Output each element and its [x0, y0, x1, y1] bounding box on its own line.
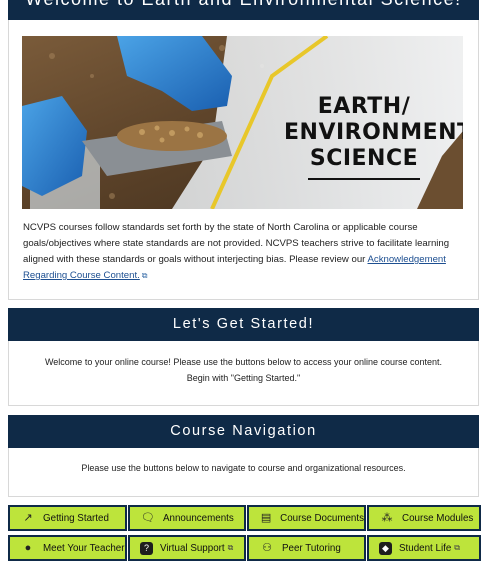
- lets-get-started-heading: Let's Get Started!: [172, 316, 315, 332]
- document-icon: ▤: [260, 512, 272, 524]
- hero-image: EARTH/ ENVIRONMENTAL SCIENCE: [22, 36, 463, 209]
- getting-started-label: Getting Started: [43, 512, 109, 524]
- external-link-icon: ⧉: [454, 543, 461, 552]
- announcements-button[interactable]: 🗨 Announcements: [128, 505, 246, 531]
- hero-title-line-2: ENVIRONMENTAL: [284, 120, 463, 145]
- chat-icon: 🗨: [141, 512, 155, 524]
- course-modules-label: Course Modules: [402, 512, 474, 524]
- course-navigation-text: Please use the buttons below to navigate…: [81, 463, 406, 473]
- course-modules-button[interactable]: ⁂ Course Modules: [367, 505, 481, 531]
- intro-card: EARTH/ ENVIRONMENTAL SCIENCE NCVPS cours…: [8, 20, 479, 300]
- welcome-title: Welcome to Earth and Environmental Scien…: [8, 0, 479, 10]
- started-line-1: Welcome to your online course! Please us…: [44, 357, 443, 367]
- external-link-icon: ⧉: [227, 543, 234, 552]
- virtual-support-button[interactable]: ? Virtual Support ⧉: [128, 535, 246, 561]
- help-icon: ?: [140, 541, 153, 555]
- peer-tutoring-button[interactable]: ⚇ Peer Tutoring: [247, 535, 366, 561]
- started-line-2: Begin with "Getting Started.": [186, 373, 301, 383]
- external-link-icon: ⧉: [141, 271, 148, 280]
- lets-get-started-card: Welcome to your online course! Please us…: [8, 341, 479, 406]
- hero-title-line-3: SCIENCE: [309, 146, 419, 171]
- student-life-label: Student Life: [399, 542, 452, 554]
- virtual-support-label: Virtual Support: [160, 542, 225, 554]
- course-navigation-card: Please use the buttons below to navigate…: [8, 448, 479, 497]
- modules-icon: ⁂: [381, 512, 393, 524]
- hero-title: EARTH/ ENVIRONMENTAL SCIENCE: [284, 94, 463, 180]
- hero-title-line-1: EARTH/: [317, 94, 411, 119]
- course-documents-button[interactable]: ▤ Course Documents: [247, 505, 366, 531]
- getting-started-button[interactable]: ↗ Getting Started: [8, 505, 127, 531]
- welcome-banner: Welcome to Earth and Environmental Scien…: [8, 0, 479, 20]
- meet-your-teacher-label: Meet Your Teacher: [43, 542, 125, 554]
- people-icon: ⚇: [262, 542, 272, 554]
- lets-get-started-banner: Let's Get Started!: [8, 308, 479, 341]
- apple-icon: ●: [24, 542, 32, 554]
- announcements-label: Announcements: [163, 512, 234, 524]
- hero-title-rule: [308, 178, 420, 180]
- course-navigation-banner: Course Navigation: [8, 415, 479, 448]
- student-life-button[interactable]: ◆ Student Life ⧉: [367, 535, 481, 561]
- arrow-icon: ↗: [23, 512, 33, 524]
- peer-tutoring-label: Peer Tutoring: [282, 542, 341, 554]
- meet-your-teacher-button[interactable]: ● Meet Your Teacher: [8, 535, 127, 561]
- course-documents-label: Course Documents: [280, 512, 364, 524]
- student-life-icon: ◆: [379, 541, 392, 555]
- course-navigation-heading: Course Navigation: [170, 423, 317, 439]
- intro-paragraph: NCVPS courses follow standards set forth…: [23, 220, 471, 284]
